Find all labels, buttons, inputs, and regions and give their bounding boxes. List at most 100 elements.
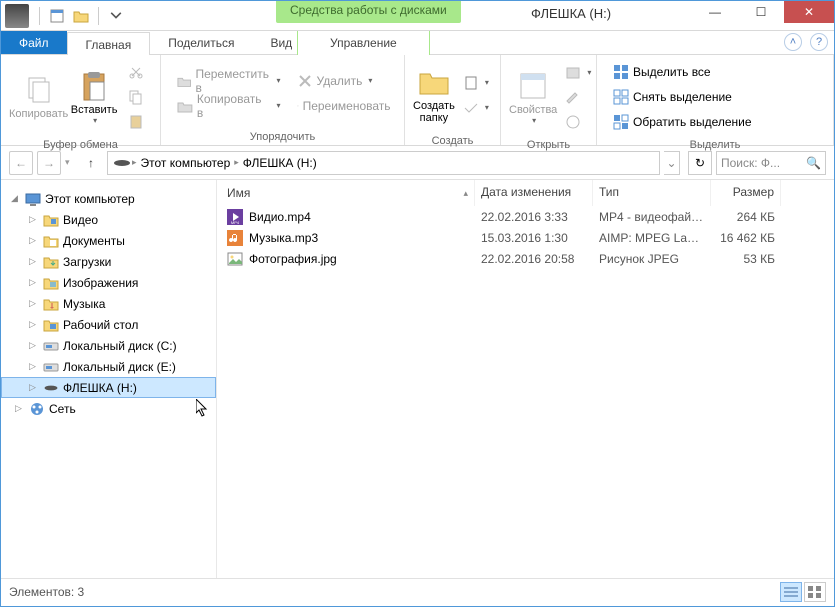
paste-shortcut-button[interactable] — [124, 111, 148, 133]
history-dropdown[interactable]: ▾ — [65, 157, 75, 168]
folder-icon — [43, 296, 59, 312]
body: ◢ Этот компьютер ▷ Видео ▷Документы▷Загруз… — [1, 180, 834, 578]
file-name: Видио.mp4 — [249, 210, 311, 224]
tree-label: Изображения — [63, 276, 138, 290]
status-bar: Элементов: 3 — [1, 578, 834, 604]
copy-path-button[interactable] — [124, 86, 148, 108]
expand-icon[interactable]: ▷ — [29, 298, 39, 309]
system-menu-icon[interactable] — [5, 4, 29, 28]
edit-button[interactable] — [561, 86, 595, 108]
qat-properties-button[interactable] — [46, 5, 68, 27]
tab-file[interactable]: Файл — [1, 31, 67, 54]
expand-icon[interactable]: ▷ — [29, 235, 39, 246]
file-list: MP4Видио.mp422.02.2016 3:33MP4 - видеофа… — [217, 206, 834, 578]
expand-icon[interactable]: ▷ — [29, 361, 39, 372]
up-button[interactable]: ↑ — [79, 151, 103, 175]
cut-button[interactable] — [124, 61, 148, 83]
tree-label: Рабочий стол — [63, 318, 138, 332]
tree-item[interactable]: ▷Локальный диск (E:) — [1, 356, 216, 377]
copy-label: Копировать — [9, 108, 68, 120]
invert-selection-button[interactable]: Обратить выделение — [609, 111, 756, 133]
tree-network[interactable]: ▷ Сеть — [1, 398, 216, 419]
ribbon-context-label: Средства работы с дисками — [276, 1, 461, 23]
group-new-label: Создать — [405, 135, 500, 149]
icons-view-button[interactable] — [804, 582, 826, 602]
tab-manage[interactable]: Управление — [297, 31, 430, 55]
copy-button[interactable]: Копировать — [9, 61, 68, 133]
search-box[interactable]: Поиск: Ф... 🔍 — [716, 151, 826, 175]
svg-text:MP4: MP4 — [231, 220, 240, 225]
tree-label: ФЛЕШКА (H:) — [63, 381, 137, 395]
breadcrumb-segment[interactable]: ФЛЕШКА (H:) — [239, 156, 321, 170]
tree-label: Музыка — [63, 297, 105, 311]
col-date[interactable]: Дата изменения — [475, 180, 593, 206]
expand-icon[interactable]: ▷ — [29, 382, 39, 393]
col-size[interactable]: Размер — [711, 180, 781, 206]
tree-label: Видео — [63, 213, 98, 227]
tree-item[interactable]: ▷Загрузки — [1, 251, 216, 272]
folder-icon — [43, 275, 59, 291]
expand-icon[interactable]: ▷ — [29, 340, 39, 351]
help-icon[interactable]: ? — [810, 33, 828, 51]
qat-new-folder-button[interactable] — [70, 5, 92, 27]
delete-button[interactable]: Удалить▾ — [293, 70, 395, 92]
tab-share[interactable]: Поделиться — [150, 31, 252, 54]
collapse-icon[interactable]: ◢ — [11, 193, 21, 204]
tree-item[interactable]: ▷ Музыка — [1, 293, 216, 314]
expand-icon[interactable]: ▷ — [29, 256, 39, 267]
maximize-button[interactable]: ☐ — [738, 1, 784, 23]
rename-button[interactable]: Переименовать — [293, 95, 395, 117]
select-none-button[interactable]: Снять выделение — [609, 86, 756, 108]
expand-icon[interactable]: ▷ — [29, 277, 39, 288]
back-button[interactable]: ← — [9, 151, 33, 175]
history-button[interactable] — [561, 111, 595, 133]
qat-dropdown-button[interactable] — [105, 5, 127, 27]
refresh-button[interactable]: ↻ — [688, 151, 712, 175]
copy-to-button[interactable]: Копировать в▾ — [173, 95, 285, 117]
expand-icon[interactable]: ▷ — [15, 403, 25, 414]
new-item-button[interactable]: ▾ — [459, 72, 493, 94]
new-folder-label: Создать папку — [413, 100, 455, 124]
file-date: 22.02.2016 20:58 — [475, 252, 593, 266]
properties-label: Свойства — [509, 104, 557, 116]
tree-item[interactable]: ▷Локальный диск (C:) — [1, 335, 216, 356]
new-folder-button[interactable]: Создать папку — [413, 59, 455, 131]
minimize-button[interactable]: — — [692, 1, 738, 23]
close-button[interactable]: ✕ — [784, 1, 834, 23]
ribbon-body: Копировать Вставить ▾ Буфер обмена Перем… — [1, 54, 834, 146]
tab-home[interactable]: Главная — [67, 32, 151, 55]
file-size: 264 КБ — [711, 210, 781, 224]
file-row[interactable]: MP4Видио.mp422.02.2016 3:33MP4 - видеофа… — [217, 206, 834, 227]
expand-icon[interactable]: ▷ — [29, 214, 39, 225]
expand-icon[interactable]: ▷ — [29, 319, 39, 330]
paste-button[interactable]: Вставить ▾ — [68, 61, 120, 133]
tree-item[interactable]: ▷ Изображения — [1, 272, 216, 293]
details-view-button[interactable] — [780, 582, 802, 602]
tree-item[interactable]: ▷ Видео — [1, 209, 216, 230]
folder-icon — [43, 380, 59, 396]
item-count: Элементов: 3 — [9, 585, 84, 599]
tree-item[interactable]: ▷ Рабочий стол — [1, 314, 216, 335]
paste-label: Вставить — [71, 104, 118, 116]
breadcrumb-segment[interactable]: Этот компьютер — [137, 156, 235, 170]
properties-button[interactable]: Свойства ▾ — [509, 61, 557, 133]
forward-button[interactable]: → — [37, 151, 61, 175]
tree-item[interactable]: ▷Документы — [1, 230, 216, 251]
tree-this-pc[interactable]: ◢ Этот компьютер — [1, 188, 216, 209]
ribbon-collapse-icon[interactable]: ˄ — [784, 33, 802, 51]
select-all-button[interactable]: Выделить все — [609, 61, 756, 83]
sort-indicator: ▴ — [463, 188, 468, 199]
open-button[interactable]: ▾ — [561, 61, 595, 83]
address-dropdown[interactable]: ⌄ — [664, 151, 680, 175]
file-row[interactable]: Фотография.jpg22.02.2016 20:58Рисунок JP… — [217, 248, 834, 269]
file-row[interactable]: Музыка.mp315.03.2016 1:30AIMP: MPEG Laye… — [217, 227, 834, 248]
move-to-button[interactable]: Переместить в▾ — [173, 70, 285, 92]
easy-access-button[interactable]: ▾ — [459, 97, 493, 119]
address-bar[interactable]: ▸ Этот компьютер ▸ ФЛЕШКА (H:) — [107, 151, 660, 175]
col-name[interactable]: Имя▴ — [217, 180, 475, 206]
chevron-down-icon: ▾ — [93, 116, 97, 125]
tree-item[interactable]: ▷ ФЛЕШКА (H:) — [1, 377, 216, 398]
file-type: Рисунок JPEG — [593, 252, 711, 266]
file-size: 16 462 КБ — [711, 231, 781, 245]
col-type[interactable]: Тип — [593, 180, 711, 206]
